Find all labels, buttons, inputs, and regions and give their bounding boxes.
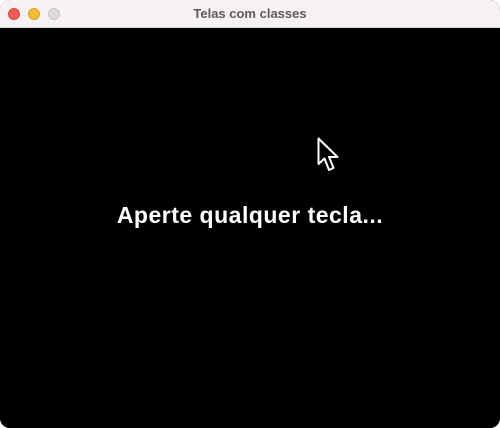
title-bar[interactable]: Telas com classes bbox=[0, 0, 500, 28]
app-window: Telas com classes Aperte qualquer tecla.… bbox=[0, 0, 500, 428]
arrow-pointer-icon bbox=[317, 137, 339, 171]
window-title: Telas com classes bbox=[193, 6, 307, 21]
press-any-key-message: Aperte qualquer tecla... bbox=[116, 202, 384, 228]
